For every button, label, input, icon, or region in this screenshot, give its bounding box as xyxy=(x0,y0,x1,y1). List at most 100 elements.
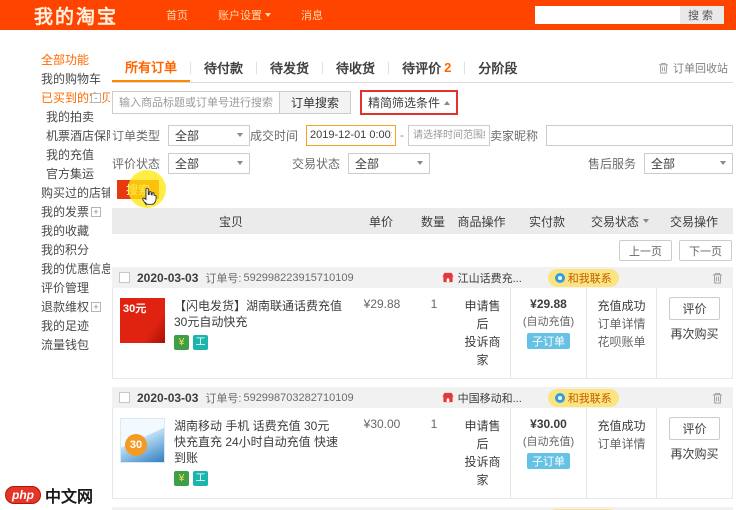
sub-order-badge: 子订单 xyxy=(527,453,570,469)
report-seller-link[interactable]: 投诉商家 xyxy=(459,333,506,369)
pagination: 上一页 下一页 xyxy=(112,240,732,261)
order-header: 2020-03-03 订单号: 592998703282710109 中国移动和… xyxy=(112,387,733,408)
aftersale-label: 售后服务 xyxy=(588,156,637,171)
topbar: 我的淘宝 首页 账户设置 消息 搜索 xyxy=(0,0,736,30)
huabei-bill-link[interactable]: 花呗账单 xyxy=(591,333,652,351)
order-body: 30元 【闪电发货】湖南联通话费充值30元自动快充 ¥ 工 ¥29.88 1 申… xyxy=(112,288,733,379)
product-title-link[interactable]: 湖南移动 手机 话费充值 30元 快充直充 24小时自动充值 快速到账 xyxy=(174,418,344,466)
sidebar-item-visited-shops[interactable]: 购买过的店铺 xyxy=(0,184,113,203)
status-cell: 充值成功 订单详情 花呗账单 xyxy=(586,288,656,378)
order-checkbox[interactable] xyxy=(119,392,130,403)
deal-time-label: 成交时间 xyxy=(250,128,299,143)
order-detail-link[interactable]: 订单详情 xyxy=(591,315,652,333)
trade-status: 充值成功 xyxy=(597,299,646,313)
sidebar-item-refund-rights[interactable]: 退款维权 + xyxy=(0,298,110,317)
tab-pending-shipment[interactable]: 待发货 xyxy=(257,53,322,82)
buy-again-link[interactable]: 再次购买 xyxy=(661,445,728,462)
col-header-trade-status[interactable]: 交易状态 xyxy=(585,213,655,230)
sidebar-item-my-auction[interactable]: 我的拍卖 xyxy=(0,108,110,127)
chevron-up-icon xyxy=(444,100,451,105)
watermark-text: 中文网 xyxy=(45,489,94,506)
sidebar-item-all-functions[interactable]: 全部功能 xyxy=(0,51,110,70)
tab-label: 所有订单 xyxy=(125,60,178,75)
col-header-trade-ops: 交易操作 xyxy=(669,214,718,229)
sidebar-item-data-package[interactable]: 流量钱包 xyxy=(0,336,110,355)
trash-icon xyxy=(712,392,723,403)
contact-me-badge[interactable]: 和我联系 xyxy=(547,268,619,287)
trade-status-select[interactable]: 全部 xyxy=(348,152,431,174)
topbar-nav: 首页 账户设置 消息 xyxy=(166,7,323,23)
apply-aftersale-link[interactable]: 申请售后 xyxy=(459,417,506,453)
rate-button[interactable]: 评价 xyxy=(669,417,720,440)
contact-me-badge[interactable]: 和我联系 xyxy=(547,388,619,407)
topbar-search-input[interactable] xyxy=(535,6,680,24)
apply-aftersale-link[interactable]: 申请售后 xyxy=(459,297,506,333)
my-taobao-page: 我的淘宝 首页 账户设置 消息 搜索 全部功能 我的购物车 已买到的宝贝 - 我的… xyxy=(0,0,736,510)
sidebar-item-official-consolidation[interactable]: 官方集运 xyxy=(0,165,110,184)
rate-button[interactable]: 评价 xyxy=(669,297,720,320)
order-search-input[interactable] xyxy=(112,91,280,114)
aftersale-select[interactable]: 全部 xyxy=(644,152,733,174)
sidebar-item-my-favorites[interactable]: 我的收藏 xyxy=(0,222,110,241)
shop-link[interactable]: 中国移动和... xyxy=(442,390,522,406)
sidebar-item-label: 流量钱包 xyxy=(41,338,90,352)
expand-toggle-icon[interactable]: + xyxy=(91,207,101,217)
expand-toggle-icon[interactable]: + xyxy=(91,302,101,312)
tab-staged[interactable]: 分阶段 xyxy=(465,53,530,82)
sidebar-item-my-coupons[interactable]: 我的优惠信息 xyxy=(0,260,113,279)
topbar-search-button[interactable]: 搜索 xyxy=(680,6,724,24)
buy-again-link[interactable]: 再次购买 xyxy=(661,325,728,342)
nav-home-label: 首页 xyxy=(166,10,189,22)
tab-all-orders[interactable]: 所有订单 xyxy=(112,53,191,82)
delete-order-button[interactable] xyxy=(712,392,723,404)
filter-panel: 订单类型 全部 成交时间 - 卖家昵称 评价状态 全部 xyxy=(112,124,734,174)
nav-account-settings[interactable]: 账户设置 xyxy=(218,7,272,23)
tab-pending-review[interactable]: 待评价 2 xyxy=(389,53,464,82)
nav-messages[interactable]: 消息 xyxy=(301,7,323,23)
seller-nickname-input[interactable] xyxy=(546,124,734,146)
tab-label: 待收货 xyxy=(336,61,376,76)
next-page-button[interactable]: 下一页 xyxy=(679,240,732,261)
order-search-button[interactable]: 订单搜索 xyxy=(280,91,352,114)
sidebar-item-purchased-items[interactable]: 已买到的宝贝 - xyxy=(0,89,113,108)
sidebar-item-my-recharge[interactable]: 我的充值 xyxy=(0,146,110,165)
product-title-link[interactable]: 【闪电发货】湖南联通话费充值30元自动快充 xyxy=(174,298,344,330)
rate-status-select[interactable]: 全部 xyxy=(168,152,251,174)
delete-order-button[interactable] xyxy=(712,272,723,284)
sidebar-item-my-points[interactable]: 我的积分 xyxy=(0,241,110,260)
order-header: 2020-03-03 订单号: 592998223915710109 江山话费充… xyxy=(112,267,733,288)
col-header-item: 宝贝 xyxy=(218,214,243,229)
filter-rate-status: 评价状态 全部 xyxy=(112,152,292,174)
order-checkbox[interactable] xyxy=(119,272,130,283)
prev-page-button[interactable]: 上一页 xyxy=(619,240,672,261)
deal-time-from-input[interactable] xyxy=(306,124,397,146)
consumer-protection-icon: ¥ xyxy=(174,471,189,486)
product-image-mobile-card[interactable]: 30 xyxy=(120,418,165,463)
filter-search-button[interactable]: 搜索 xyxy=(117,180,160,199)
order-recycle-bin-link[interactable]: 订单回收站 xyxy=(658,60,728,76)
order-detail-link[interactable]: 订单详情 xyxy=(591,435,652,453)
shop-link[interactable]: 江山话费充... xyxy=(442,270,522,286)
tab-pending-payment[interactable]: 待付款 xyxy=(191,53,256,82)
chevron-down-icon xyxy=(417,161,424,165)
nav-home[interactable]: 首页 xyxy=(166,7,188,23)
deal-time-to-input[interactable] xyxy=(408,124,491,146)
report-seller-link[interactable]: 投诉商家 xyxy=(459,453,506,489)
sidebar-item-my-footprints[interactable]: 我的足迹 xyxy=(0,317,110,336)
sidebar-item-label: 退款维权 xyxy=(41,300,90,314)
order-block: 2020-03-03 订单号: 592998223915710109 江山话费充… xyxy=(112,267,733,379)
collapse-filters-link[interactable]: 精简筛选条件 xyxy=(368,94,440,111)
tab-pending-receipt[interactable]: 待收货 xyxy=(323,53,388,82)
order-type-select[interactable]: 全部 xyxy=(168,124,251,146)
sidebar-item-label: 我的充值 xyxy=(46,148,95,162)
sidebar-item-flight-hotel-insurance[interactable]: 机票酒店保险 xyxy=(0,127,118,146)
sidebar-item-review-management[interactable]: 评价管理 xyxy=(0,279,110,298)
contact-me-label: 和我联系 xyxy=(567,272,612,285)
quantity: 1 xyxy=(430,417,438,431)
tab-label: 待评价 xyxy=(402,61,442,76)
sidebar-item-cart[interactable]: 我的购物车 xyxy=(0,70,110,89)
product-image-unicom-card[interactable]: 30元 xyxy=(120,298,165,343)
collapse-toggle-icon[interactable]: - xyxy=(91,93,101,103)
unit-price: ¥29.88 xyxy=(363,297,401,311)
sidebar-item-my-invoice[interactable]: 我的发票 + xyxy=(0,203,110,222)
